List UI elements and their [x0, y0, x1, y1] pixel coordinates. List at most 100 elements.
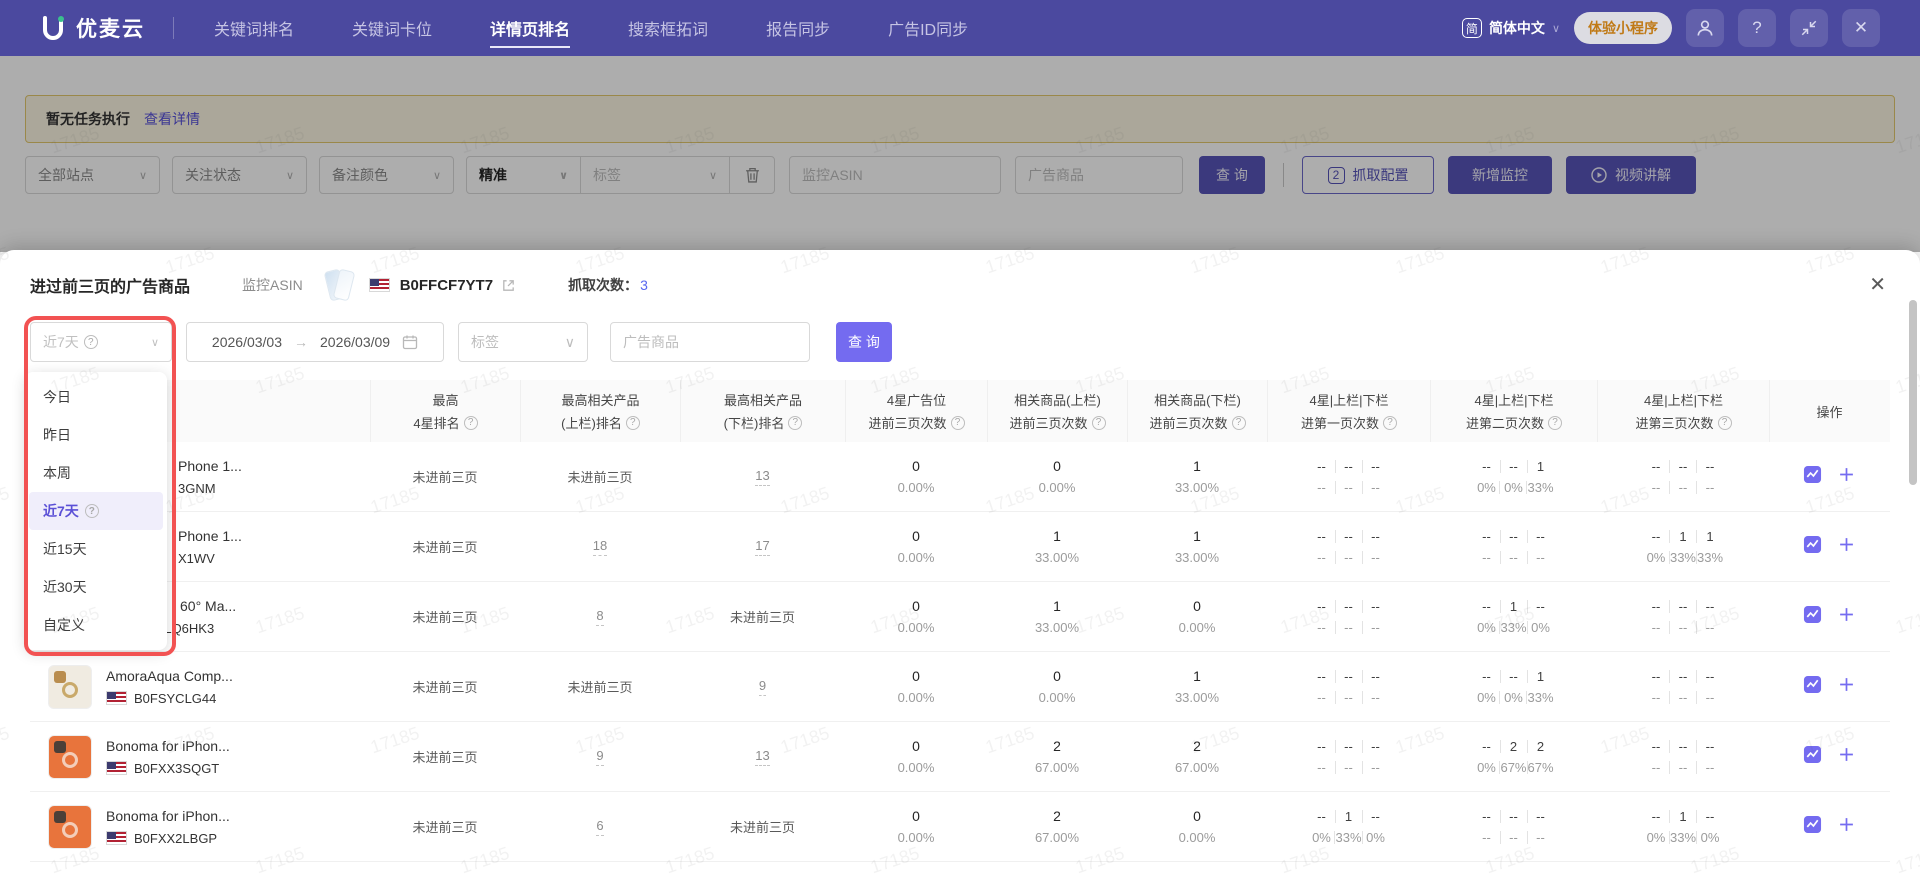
count-value: 1 — [1193, 458, 1201, 474]
rank-cell-3: 17 — [680, 512, 845, 581]
value: -- — [1509, 829, 1518, 845]
range-option-6[interactable]: 近30天 — [29, 568, 163, 606]
value: -- — [1482, 598, 1491, 614]
add-icon[interactable] — [1838, 676, 1855, 698]
nav-item-4[interactable]: 搜索框拓词 — [628, 0, 708, 57]
nav-item-2[interactable]: 关键词卡位 — [352, 0, 432, 57]
date-range-picker[interactable]: 2026/03/03 → 2026/03/09 — [186, 322, 444, 362]
add-icon[interactable] — [1838, 466, 1855, 488]
rank-text: 未进前三页 — [567, 470, 633, 485]
asin-text: B0FSYCLG44 — [134, 690, 217, 706]
rank-link[interactable]: 6 — [596, 818, 604, 836]
close-app-button[interactable]: ✕ — [1842, 9, 1880, 47]
range-option-4[interactable]: 近7天? — [29, 492, 163, 530]
value: -- — [1651, 668, 1661, 684]
rank-cell-2: 未进前三页 — [520, 652, 680, 721]
help-button[interactable]: ? — [1738, 9, 1776, 47]
product-cell[interactable]: Bonoma for iPhon... B0FXX2LBGP — [30, 792, 370, 861]
value: -- — [1371, 549, 1380, 565]
range-option-3[interactable]: 本周 — [29, 454, 163, 492]
rank-cell-3: 未进前三页 — [680, 582, 845, 651]
value: -- — [1371, 598, 1380, 614]
triple-values: -- -- -- — [1474, 830, 1554, 845]
triple-values: -- -- -- — [1643, 459, 1723, 474]
value: -- — [1705, 598, 1715, 614]
nav-item-1[interactable]: 关键词排名 — [214, 0, 294, 57]
count-percent: 0.00% — [1178, 830, 1216, 845]
count-cell-3: 2 67.00% — [1127, 722, 1267, 791]
triple-values: 0% 33% 0% — [1308, 830, 1388, 845]
triple-values: -- -- -- — [1474, 550, 1554, 565]
count-cell-3: 1 33.00% — [1127, 442, 1267, 511]
value: -- — [1678, 479, 1688, 495]
nav-item-5[interactable]: 报告同步 — [766, 0, 830, 57]
page-cell-1: -- -- -- -- -- -- — [1267, 652, 1430, 721]
modal-ad-product-input[interactable] — [610, 322, 810, 362]
language-switcher[interactable]: 简 简体中文 ∨ — [1461, 18, 1560, 38]
modal-tag-select[interactable]: 标签 ∨ — [458, 322, 588, 362]
modal-close-icon[interactable]: ✕ — [1869, 272, 1886, 297]
modal-backdrop[interactable] — [0, 56, 1920, 252]
language-icon: 简 — [1461, 18, 1482, 38]
trend-chart-icon[interactable] — [1803, 465, 1822, 489]
count-percent: 33.00% — [1174, 690, 1220, 705]
trend-chart-icon[interactable] — [1803, 745, 1822, 769]
add-icon[interactable] — [1838, 536, 1855, 558]
chevron-down-icon: ∨ — [564, 333, 575, 350]
rank-link[interactable]: 13 — [755, 468, 770, 486]
rank-link[interactable]: 18 — [592, 538, 608, 556]
nav-item-6[interactable]: 广告ID同步 — [888, 0, 968, 57]
product-image — [48, 734, 92, 779]
value: 0% — [1700, 829, 1720, 845]
rank-link[interactable]: 17 — [755, 538, 770, 556]
collapse-window-button[interactable] — [1790, 9, 1828, 47]
value: 0% — [1531, 619, 1550, 635]
range-option-5[interactable]: 近15天 — [29, 530, 163, 568]
scrollbar-thumb[interactable] — [1909, 300, 1917, 485]
trend-chart-icon[interactable] — [1803, 675, 1822, 699]
count-value: 2 — [1053, 808, 1061, 824]
info-icon: ? — [1383, 415, 1397, 430]
mini-program-button[interactable]: 体验小程序 — [1574, 12, 1672, 44]
product-name: Phone 1... — [178, 527, 242, 544]
user-account-button[interactable] — [1686, 9, 1724, 47]
trend-chart-icon[interactable] — [1803, 815, 1822, 839]
us-flag-icon — [106, 691, 127, 705]
page-cell-1: -- -- -- -- -- -- — [1267, 442, 1430, 511]
value: 1 — [1536, 458, 1545, 474]
product-cell[interactable]: AmoraAqua Comp... B0FSYCLG44 — [30, 652, 370, 721]
add-icon[interactable] — [1838, 816, 1855, 838]
value: 33% — [1697, 549, 1724, 565]
value: -- — [1344, 479, 1353, 495]
value: 0% — [1477, 759, 1496, 775]
rank-link[interactable]: 9 — [596, 748, 604, 766]
rank-cell-1: 未进前三页 — [370, 652, 520, 721]
external-link-icon[interactable] — [501, 278, 516, 293]
actions-cell — [1769, 442, 1889, 511]
modal-query-button[interactable]: 查 询 — [836, 322, 892, 362]
value: -- — [1651, 458, 1661, 474]
trend-chart-icon[interactable] — [1803, 605, 1822, 629]
column-header-8: 4星|上栏|下栏 进第一页次数? — [1267, 380, 1430, 442]
add-icon[interactable] — [1838, 746, 1855, 768]
rank-link[interactable]: 9 — [758, 678, 767, 696]
product-cell[interactable]: Bonoma for iPhon... B0FXX3SQGT — [30, 722, 370, 791]
brand-logo[interactable]: 优麦云 — [40, 13, 145, 43]
product-name: Bonoma for iPhon... — [106, 737, 230, 754]
range-option-2[interactable]: 昨日 — [29, 416, 163, 454]
add-icon[interactable] — [1838, 606, 1855, 628]
calendar-icon — [402, 335, 418, 350]
nav-item-3[interactable]: 详情页排名 — [490, 0, 571, 57]
rank-link[interactable]: 13 — [755, 748, 770, 766]
trend-chart-icon[interactable] — [1803, 535, 1822, 559]
info-icon: ? — [1231, 415, 1246, 430]
date-range-select[interactable]: 近7天? ∨ — [30, 322, 172, 362]
product-text: Bonoma for iPhon... B0FXX3SQGT — [106, 738, 230, 776]
table-row: Bonoma for iPhon... B0FXX2LBGP 未进前三页 6 未进前三页… — [30, 792, 1890, 862]
modal-filter-bar: 近7天? ∨ 2026/03/03 → 2026/03/09 标签 ∨ 查 询 — [30, 322, 1890, 362]
range-option-1[interactable]: 今日 — [29, 378, 163, 416]
rank-link[interactable]: 8 — [596, 608, 604, 626]
count-percent: 0.00% — [897, 830, 935, 845]
rank-text: 未进前三页 — [729, 820, 795, 835]
range-option-7[interactable]: 自定义 — [29, 606, 163, 644]
